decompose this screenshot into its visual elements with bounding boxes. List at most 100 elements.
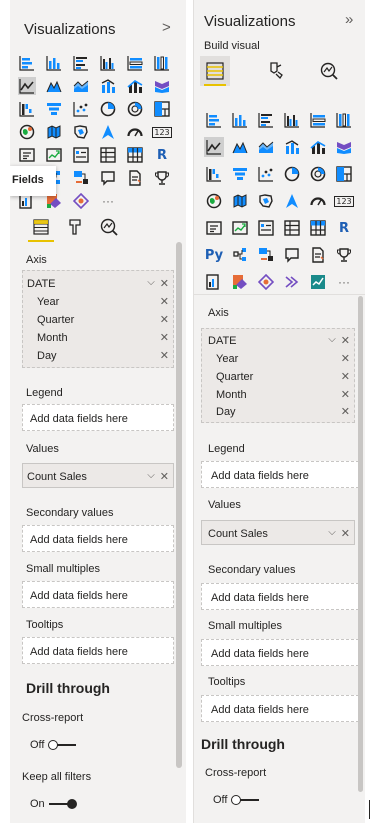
pane-scrollbar[interactable] bbox=[176, 242, 182, 768]
tab-format[interactable] bbox=[58, 212, 92, 242]
100-stacked-column-chart-icon[interactable] bbox=[334, 110, 354, 130]
keep-all-filters-toggle[interactable] bbox=[48, 799, 77, 809]
treemap-icon[interactable] bbox=[153, 100, 171, 118]
close-icon[interactable]: ✕ bbox=[160, 313, 169, 326]
map-icon[interactable] bbox=[18, 123, 36, 141]
decomposition-tree-icon[interactable] bbox=[256, 245, 276, 265]
close-icon[interactable]: ✕ bbox=[341, 370, 350, 383]
kpi-card-icon[interactable]: 123 bbox=[152, 123, 172, 141]
goals-icon[interactable] bbox=[153, 169, 171, 187]
gauge-icon[interactable] bbox=[126, 123, 144, 141]
map-icon[interactable] bbox=[204, 191, 224, 211]
values-field-count-sales[interactable]: Count Sales ⌵ ✕ bbox=[208, 527, 350, 540]
paginated-report-icon[interactable] bbox=[204, 272, 224, 292]
clustered-column-chart-icon[interactable] bbox=[99, 54, 117, 72]
stacked-area-chart-icon[interactable] bbox=[256, 137, 276, 157]
goals-icon[interactable] bbox=[334, 245, 354, 265]
ribbon-chart-icon[interactable] bbox=[153, 77, 171, 95]
axis-item-year[interactable]: Year ✕ bbox=[37, 295, 169, 309]
legend-well[interactable]: Add data fields here bbox=[201, 461, 359, 488]
stacked-column-chart-icon[interactable] bbox=[230, 110, 250, 130]
filled-map-icon[interactable] bbox=[45, 123, 63, 141]
values-well[interactable]: Count Sales ⌵ ✕ bbox=[201, 520, 355, 545]
pie-chart-icon[interactable] bbox=[99, 100, 117, 118]
close-icon[interactable]: ✕ bbox=[341, 352, 350, 365]
clustered-column-chart-icon[interactable] bbox=[282, 110, 302, 130]
clustered-bar-chart-icon[interactable] bbox=[72, 54, 90, 72]
tab-analytics[interactable] bbox=[312, 56, 346, 86]
smart-narrative-icon[interactable] bbox=[126, 169, 144, 187]
azure-map-icon[interactable] bbox=[99, 123, 117, 141]
stacked-bar-chart-icon[interactable] bbox=[18, 54, 36, 72]
axis-item-month[interactable]: Month ✕ bbox=[37, 331, 169, 345]
line-and-column-chart-icon[interactable] bbox=[99, 77, 117, 95]
line-and-clustered-column-chart-icon[interactable] bbox=[126, 77, 144, 95]
scatter-chart-icon[interactable] bbox=[256, 164, 276, 184]
multi-row-card-icon[interactable] bbox=[204, 218, 224, 238]
key-influencers-icon[interactable] bbox=[230, 245, 250, 265]
tab-format[interactable] bbox=[258, 56, 292, 86]
tab-build-visual[interactable] bbox=[200, 56, 230, 86]
shape-map-icon[interactable] bbox=[256, 191, 276, 211]
donut-chart-icon[interactable] bbox=[126, 100, 144, 118]
stacked-bar-chart-icon[interactable] bbox=[204, 110, 224, 130]
funnel-chart-icon[interactable] bbox=[45, 100, 63, 118]
pane-scrollbar[interactable] bbox=[358, 296, 363, 792]
axis-item-quarter[interactable]: Quarter ✕ bbox=[216, 370, 350, 384]
cross-report-toggle[interactable] bbox=[48, 740, 77, 750]
line-and-clustered-column-chart-icon[interactable] bbox=[308, 137, 328, 157]
legend-well[interactable]: Add data fields here bbox=[22, 404, 174, 431]
axis-item-quarter[interactable]: Quarter ✕ bbox=[37, 313, 169, 327]
line-chart-icon[interactable] bbox=[18, 77, 36, 95]
remove-field-close-icon[interactable]: ✕ bbox=[341, 334, 350, 347]
matrix-icon[interactable] bbox=[308, 218, 328, 238]
r-visual-icon[interactable]: R bbox=[153, 146, 171, 164]
azure-map-icon[interactable] bbox=[282, 191, 302, 211]
shape-map-icon[interactable] bbox=[72, 123, 90, 141]
scatter-chart-icon[interactable] bbox=[72, 100, 90, 118]
line-chart-icon[interactable] bbox=[204, 137, 224, 157]
chevron-down-icon[interactable]: ⌵ bbox=[328, 334, 336, 347]
matrix-icon[interactable] bbox=[126, 146, 144, 164]
line-and-column-chart-icon[interactable] bbox=[282, 137, 302, 157]
qa-icon[interactable] bbox=[282, 245, 302, 265]
close-icon[interactable]: ✕ bbox=[341, 388, 350, 401]
tab-analytics[interactable] bbox=[92, 212, 126, 242]
cross-report-toggle[interactable] bbox=[231, 795, 260, 805]
stacked-column-chart-icon[interactable] bbox=[45, 54, 63, 72]
close-icon[interactable]: ✕ bbox=[160, 331, 169, 344]
more-visuals-icon[interactable]: ··· bbox=[334, 272, 354, 292]
kpi-icon[interactable] bbox=[45, 146, 63, 164]
r-visual-icon[interactable]: R bbox=[334, 218, 354, 238]
power-automate-icon[interactable] bbox=[72, 192, 90, 210]
table-icon[interactable] bbox=[282, 218, 302, 238]
axis-field-date[interactable]: DATE ⌵ ✕ bbox=[27, 277, 169, 290]
custom-visual-icon[interactable] bbox=[308, 272, 328, 292]
close-icon[interactable]: ✕ bbox=[160, 295, 169, 308]
filled-map-icon[interactable] bbox=[230, 191, 250, 211]
small-multiples-well[interactable]: Add data fields here bbox=[22, 581, 174, 608]
axis-item-year[interactable]: Year ✕ bbox=[216, 352, 350, 366]
chevron-down-icon[interactable]: ⌵ bbox=[147, 470, 155, 483]
python-visual-icon[interactable]: Py bbox=[204, 245, 224, 265]
area-chart-icon[interactable] bbox=[45, 77, 63, 95]
kpi-card-icon[interactable]: 123 bbox=[334, 191, 354, 211]
secondary-values-well[interactable]: Add data fields here bbox=[22, 525, 174, 552]
more-visuals-icon[interactable]: ··· bbox=[99, 192, 117, 210]
smart-narrative-icon[interactable] bbox=[308, 245, 328, 265]
chevron-down-icon[interactable]: ⌵ bbox=[328, 527, 336, 540]
close-icon[interactable]: ✕ bbox=[341, 527, 350, 540]
slicer-icon[interactable] bbox=[72, 146, 90, 164]
100-stacked-bar-chart-icon[interactable] bbox=[308, 110, 328, 130]
tooltips-well[interactable]: Add data fields here bbox=[22, 637, 174, 664]
kpi-icon[interactable] bbox=[230, 218, 250, 238]
power-automate-icon[interactable] bbox=[256, 272, 276, 292]
ribbon-chart-icon[interactable] bbox=[334, 137, 354, 157]
tab-fields[interactable] bbox=[24, 212, 58, 242]
close-icon[interactable]: ✕ bbox=[160, 470, 169, 483]
funnel-chart-icon[interactable] bbox=[230, 164, 250, 184]
table-icon[interactable] bbox=[99, 146, 117, 164]
values-field-count-sales[interactable]: Count Sales ⌵ ✕ bbox=[27, 470, 169, 483]
axis-field-date[interactable]: DATE ⌵ ✕ bbox=[208, 334, 350, 347]
donut-chart-icon[interactable] bbox=[308, 164, 328, 184]
